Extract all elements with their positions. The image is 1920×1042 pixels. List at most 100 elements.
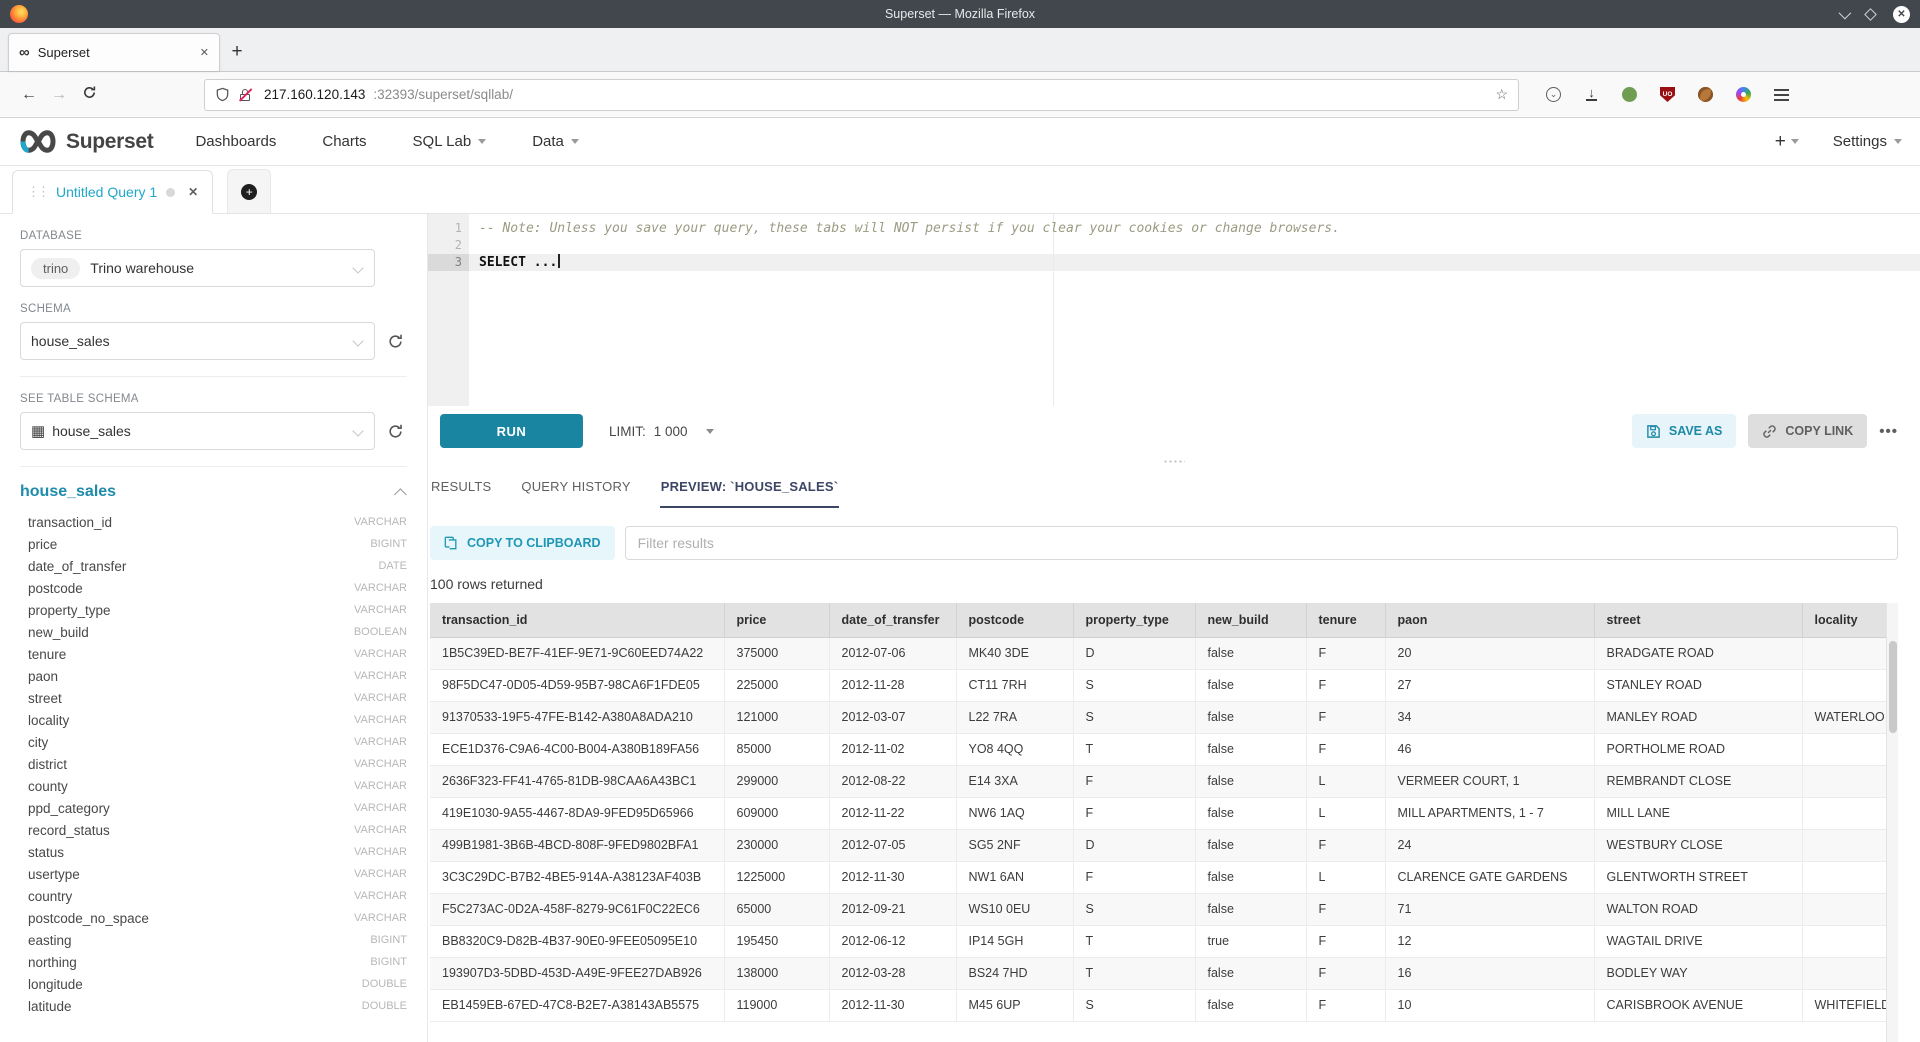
insecure-lock-icon[interactable]	[238, 88, 252, 102]
column-type: VARCHAR	[354, 868, 407, 880]
nav-item-data[interactable]: Data	[532, 133, 579, 150]
schema-column-row: property_typeVARCHAR	[20, 599, 407, 621]
table-cell: 65000	[724, 893, 829, 925]
table-cell: T	[1073, 925, 1195, 957]
new-query-tab-button[interactable]: +	[227, 169, 271, 213]
pane-splitter[interactable]	[428, 456, 1920, 466]
table-cell	[1802, 829, 1886, 861]
browser-tab[interactable]: ∞ Superset ✕	[8, 33, 220, 71]
column-type: VARCHAR	[354, 890, 407, 902]
nav-item-charts[interactable]: Charts	[322, 133, 366, 150]
results-tab-bar: RESULTS QUERY HISTORY PREVIEW: `HOUSE_SALE…	[430, 466, 1898, 508]
table-cell: false	[1195, 797, 1306, 829]
table-cell: PORTHOLME ROAD	[1594, 733, 1802, 765]
ublock-icon[interactable]: UO	[1659, 86, 1676, 103]
superset-logo[interactable]: Superset	[18, 128, 153, 155]
table-cell	[1802, 637, 1886, 669]
reload-button[interactable]	[74, 85, 104, 105]
copy-to-clipboard-button[interactable]: COPY TO CLIPBOARD	[430, 526, 615, 560]
window-maximize-icon[interactable]	[1866, 10, 1875, 19]
sql-comment: -- Note: Unless you save your query, the…	[479, 221, 1340, 236]
window-close-icon[interactable]: ✕	[1893, 6, 1910, 23]
column-header[interactable]: transaction_id	[430, 603, 724, 637]
nav-item-sql-lab[interactable]: SQL Lab	[413, 133, 487, 150]
table-scrollbar[interactable]	[1886, 603, 1898, 1042]
column-type: VARCHAR	[354, 604, 407, 616]
table-cell	[1802, 925, 1886, 957]
collapse-chevron-icon[interactable]	[394, 488, 407, 501]
copy-link-button[interactable]: COPY LINK	[1748, 414, 1867, 448]
column-name: usertype	[28, 867, 80, 882]
table-cell: false	[1195, 989, 1306, 1021]
bookmark-star-icon[interactable]: ☆	[1495, 86, 1508, 103]
column-header[interactable]: date_of_transfer	[829, 603, 956, 637]
results-tab-2[interactable]: PREVIEW: `HOUSE_SALES`	[660, 479, 840, 508]
settings-menu[interactable]: Settings	[1833, 133, 1902, 150]
column-header[interactable]: postcode	[956, 603, 1073, 637]
column-header[interactable]: paon	[1385, 603, 1594, 637]
run-button[interactable]: RUN	[440, 414, 583, 448]
table-cell: E14 3XA	[956, 765, 1073, 797]
window-minimize-icon[interactable]	[1839, 10, 1848, 19]
table-select[interactable]: ▦ house_sales	[20, 412, 375, 450]
limit-label: LIMIT:	[609, 424, 646, 439]
table-row: F5C273AC-0D2A-458F-8279-9C61F0C22EC66500…	[430, 893, 1886, 925]
rows-returned-status: 100 rows returned	[430, 576, 1898, 592]
query-tab[interactable]: ⋮⋮ Untitled Query 1 ✕	[12, 170, 213, 214]
column-header[interactable]: tenure	[1306, 603, 1385, 637]
sql-editor[interactable]: 1 2 3 -- Note: Unless you save your quer…	[428, 214, 1920, 406]
schema-select[interactable]: house_sales	[20, 322, 375, 360]
back-button[interactable]: ←	[14, 86, 44, 104]
table-cell: WALTON ROAD	[1594, 893, 1802, 925]
column-header[interactable]: price	[724, 603, 829, 637]
table-cell: T	[1073, 733, 1195, 765]
drag-handle-icon[interactable]: ⋮⋮	[27, 184, 47, 200]
downloads-icon[interactable]: ↓	[1583, 86, 1600, 103]
superset-brand: Superset	[66, 130, 153, 154]
table-cell: false	[1195, 957, 1306, 989]
tab-close-icon[interactable]: ✕	[200, 46, 209, 59]
table-cell: 91370533-19F5-47FE-B142-A380A8ADA210	[430, 701, 724, 733]
table-cell: L	[1306, 797, 1385, 829]
hamburger-menu-icon[interactable]	[1773, 86, 1790, 103]
save-as-button[interactable]: SAVE AS	[1632, 414, 1737, 448]
column-header[interactable]: street	[1594, 603, 1802, 637]
results-tab-1[interactable]: QUERY HISTORY	[520, 479, 631, 508]
table-cell: false	[1195, 733, 1306, 765]
column-type: VARCHAR	[354, 736, 407, 748]
table-cell	[1802, 957, 1886, 989]
chevron-down-icon	[706, 429, 714, 434]
results-table: transaction_idpricedate_of_transferpostc…	[430, 603, 1887, 1022]
privacy-badger-icon[interactable]	[1621, 86, 1638, 103]
database-select[interactable]: trino Trino warehouse	[20, 249, 375, 287]
refresh-tables-icon[interactable]	[383, 423, 407, 440]
column-name: date_of_transfer	[28, 559, 126, 574]
pocket-icon[interactable]: ⌄	[1545, 86, 1562, 103]
limit-dropdown[interactable]: LIMIT: 1 000	[609, 424, 714, 439]
table-cell: F	[1306, 957, 1385, 989]
table-cell: EB1459EB-67ED-47C8-B2E7-A38143AB5575	[430, 989, 724, 1021]
table-row: 419E1030-9A55-4467-8DA9-9FED95D659666090…	[430, 797, 1886, 829]
table-cell: F	[1306, 989, 1385, 1021]
window-title: Superset — Mozilla Firefox	[0, 7, 1920, 21]
new-browser-tab-button[interactable]: +	[220, 33, 254, 71]
results-tab-0[interactable]: RESULTS	[430, 479, 492, 508]
filter-results-input[interactable]	[625, 526, 1898, 560]
column-header[interactable]: new_build	[1195, 603, 1306, 637]
more-actions-button[interactable]: •••	[1879, 423, 1898, 440]
scrollbar-thumb[interactable]	[1889, 641, 1897, 733]
query-tab-close-icon[interactable]: ✕	[188, 185, 198, 199]
forward-button[interactable]: →	[44, 86, 74, 104]
multi-account-container-icon[interactable]	[1735, 86, 1752, 103]
nav-item-dashboards[interactable]: Dashboards	[195, 133, 276, 150]
cookie-extension-icon[interactable]	[1697, 86, 1714, 103]
url-bar[interactable]: 217.160.120.143:32393/superset/sqllab/ ☆	[204, 79, 1519, 111]
refresh-schemas-icon[interactable]	[383, 333, 407, 350]
tracking-shield-icon[interactable]	[215, 87, 230, 102]
table-cell: WHITEFIELD	[1802, 989, 1886, 1021]
table-cell: 98F5DC47-0D05-4D59-95B7-98CA6F1FDE05	[430, 669, 724, 701]
column-header[interactable]: property_type	[1073, 603, 1195, 637]
new-item-button[interactable]: +	[1775, 131, 1799, 153]
column-header[interactable]: locality	[1802, 603, 1886, 637]
column-list: transaction_idVARCHARpriceBIGINTdate_of_…	[20, 511, 407, 1017]
